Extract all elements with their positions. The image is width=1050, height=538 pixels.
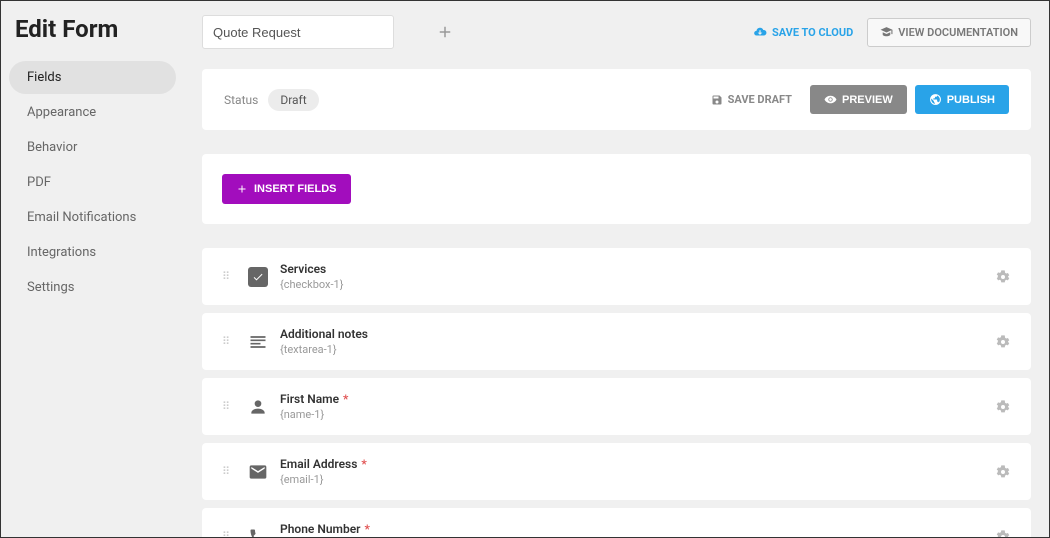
drag-handle-icon[interactable]: ⠿ [222,339,234,344]
sidebar-item-pdf[interactable]: PDF [9,166,176,199]
field-text: Phone Number*{phone-1} [280,522,995,537]
save-draft-button[interactable]: SAVE DRAFT [711,93,792,106]
field-label: Phone Number* [280,522,995,536]
field-id: {checkbox-1} [280,278,995,291]
topbar: SAVE TO CLOUD VIEW DOCUMENTATION [202,15,1031,49]
phone-icon [248,527,268,538]
textarea-icon [248,332,268,352]
gear-icon[interactable] [406,23,424,41]
sidebar-item-integrations[interactable]: Integrations [9,236,176,269]
gear-icon[interactable] [995,399,1011,415]
status-label: Status [224,93,258,107]
sidebar-item-behavior[interactable]: Behavior [9,131,176,164]
publish-button[interactable]: PUBLISH [915,85,1009,114]
field-label: Services [280,262,995,276]
sidebar-item-appearance[interactable]: Appearance [9,96,176,129]
field-row[interactable]: ⠿ Services {checkbox-1} [202,248,1031,305]
sidebar-item-fields[interactable]: Fields [9,61,176,94]
publish-label: PUBLISH [947,94,995,106]
gear-icon[interactable] [995,529,1011,538]
field-label: Email Address* [280,457,995,471]
save-draft-label: SAVE DRAFT [728,93,792,106]
mail-icon [248,462,268,482]
required-indicator: * [364,522,369,536]
field-id: {name-1} [280,408,995,421]
preview-label: PREVIEW [842,94,893,106]
field-text: Additional notes {textarea-1} [280,327,995,356]
gear-icon[interactable] [995,334,1011,350]
view-documentation-button[interactable]: VIEW DOCUMENTATION [867,18,1031,47]
drag-handle-icon[interactable]: ⠿ [222,274,234,279]
field-text: Services {checkbox-1} [280,262,995,291]
field-label: First Name* [280,392,995,406]
status-badge: Draft [268,89,318,111]
required-indicator: * [343,392,348,406]
field-text: Email Address* {email-1} [280,457,995,486]
drag-handle-icon[interactable]: ⠿ [222,469,234,474]
drag-handle-icon[interactable]: ⠿ [222,534,234,537]
field-row[interactable]: ⠿ First Name* {name-1} [202,378,1031,435]
view-documentation-label: VIEW DOCUMENTATION [898,26,1018,39]
main-content: SAVE TO CLOUD VIEW DOCUMENTATION Status … [184,1,1049,537]
status-bar: Status Draft SAVE DRAFT PREVIEW PUBLISH [202,69,1031,130]
preview-button[interactable]: PREVIEW [810,85,907,114]
sidebar-item-settings[interactable]: Settings [9,271,176,304]
field-row[interactable]: ⠿ Additional notes {textarea-1} [202,313,1031,370]
insert-fields-label: INSERT FIELDS [254,183,337,195]
plus-icon[interactable] [436,23,454,41]
person-icon [248,397,268,417]
field-label: Additional notes [280,327,995,341]
field-row[interactable]: ⠿ Email Address* {email-1} [202,443,1031,500]
sidebar-item-email-notifications[interactable]: Email Notifications [9,201,176,234]
insert-fields-card: INSERT FIELDS [202,154,1031,224]
field-id: {email-1} [280,473,995,486]
save-to-cloud-button[interactable]: SAVE TO CLOUD [753,25,853,39]
checkbox-icon [248,267,268,287]
gear-icon[interactable] [995,464,1011,480]
required-indicator: * [361,457,366,471]
page-title: Edit Form [1,15,184,61]
save-to-cloud-label: SAVE TO CLOUD [772,26,853,39]
form-name-input[interactable] [202,15,394,49]
field-row[interactable]: ⠿ Phone Number*{phone-1} [202,508,1031,537]
sidebar: Edit Form FieldsAppearanceBehaviorPDFEma… [1,1,184,537]
field-text: First Name* {name-1} [280,392,995,421]
drag-handle-icon[interactable]: ⠿ [222,404,234,409]
gear-icon[interactable] [995,269,1011,285]
field-id: {textarea-1} [280,343,995,356]
insert-fields-button[interactable]: INSERT FIELDS [222,174,351,204]
